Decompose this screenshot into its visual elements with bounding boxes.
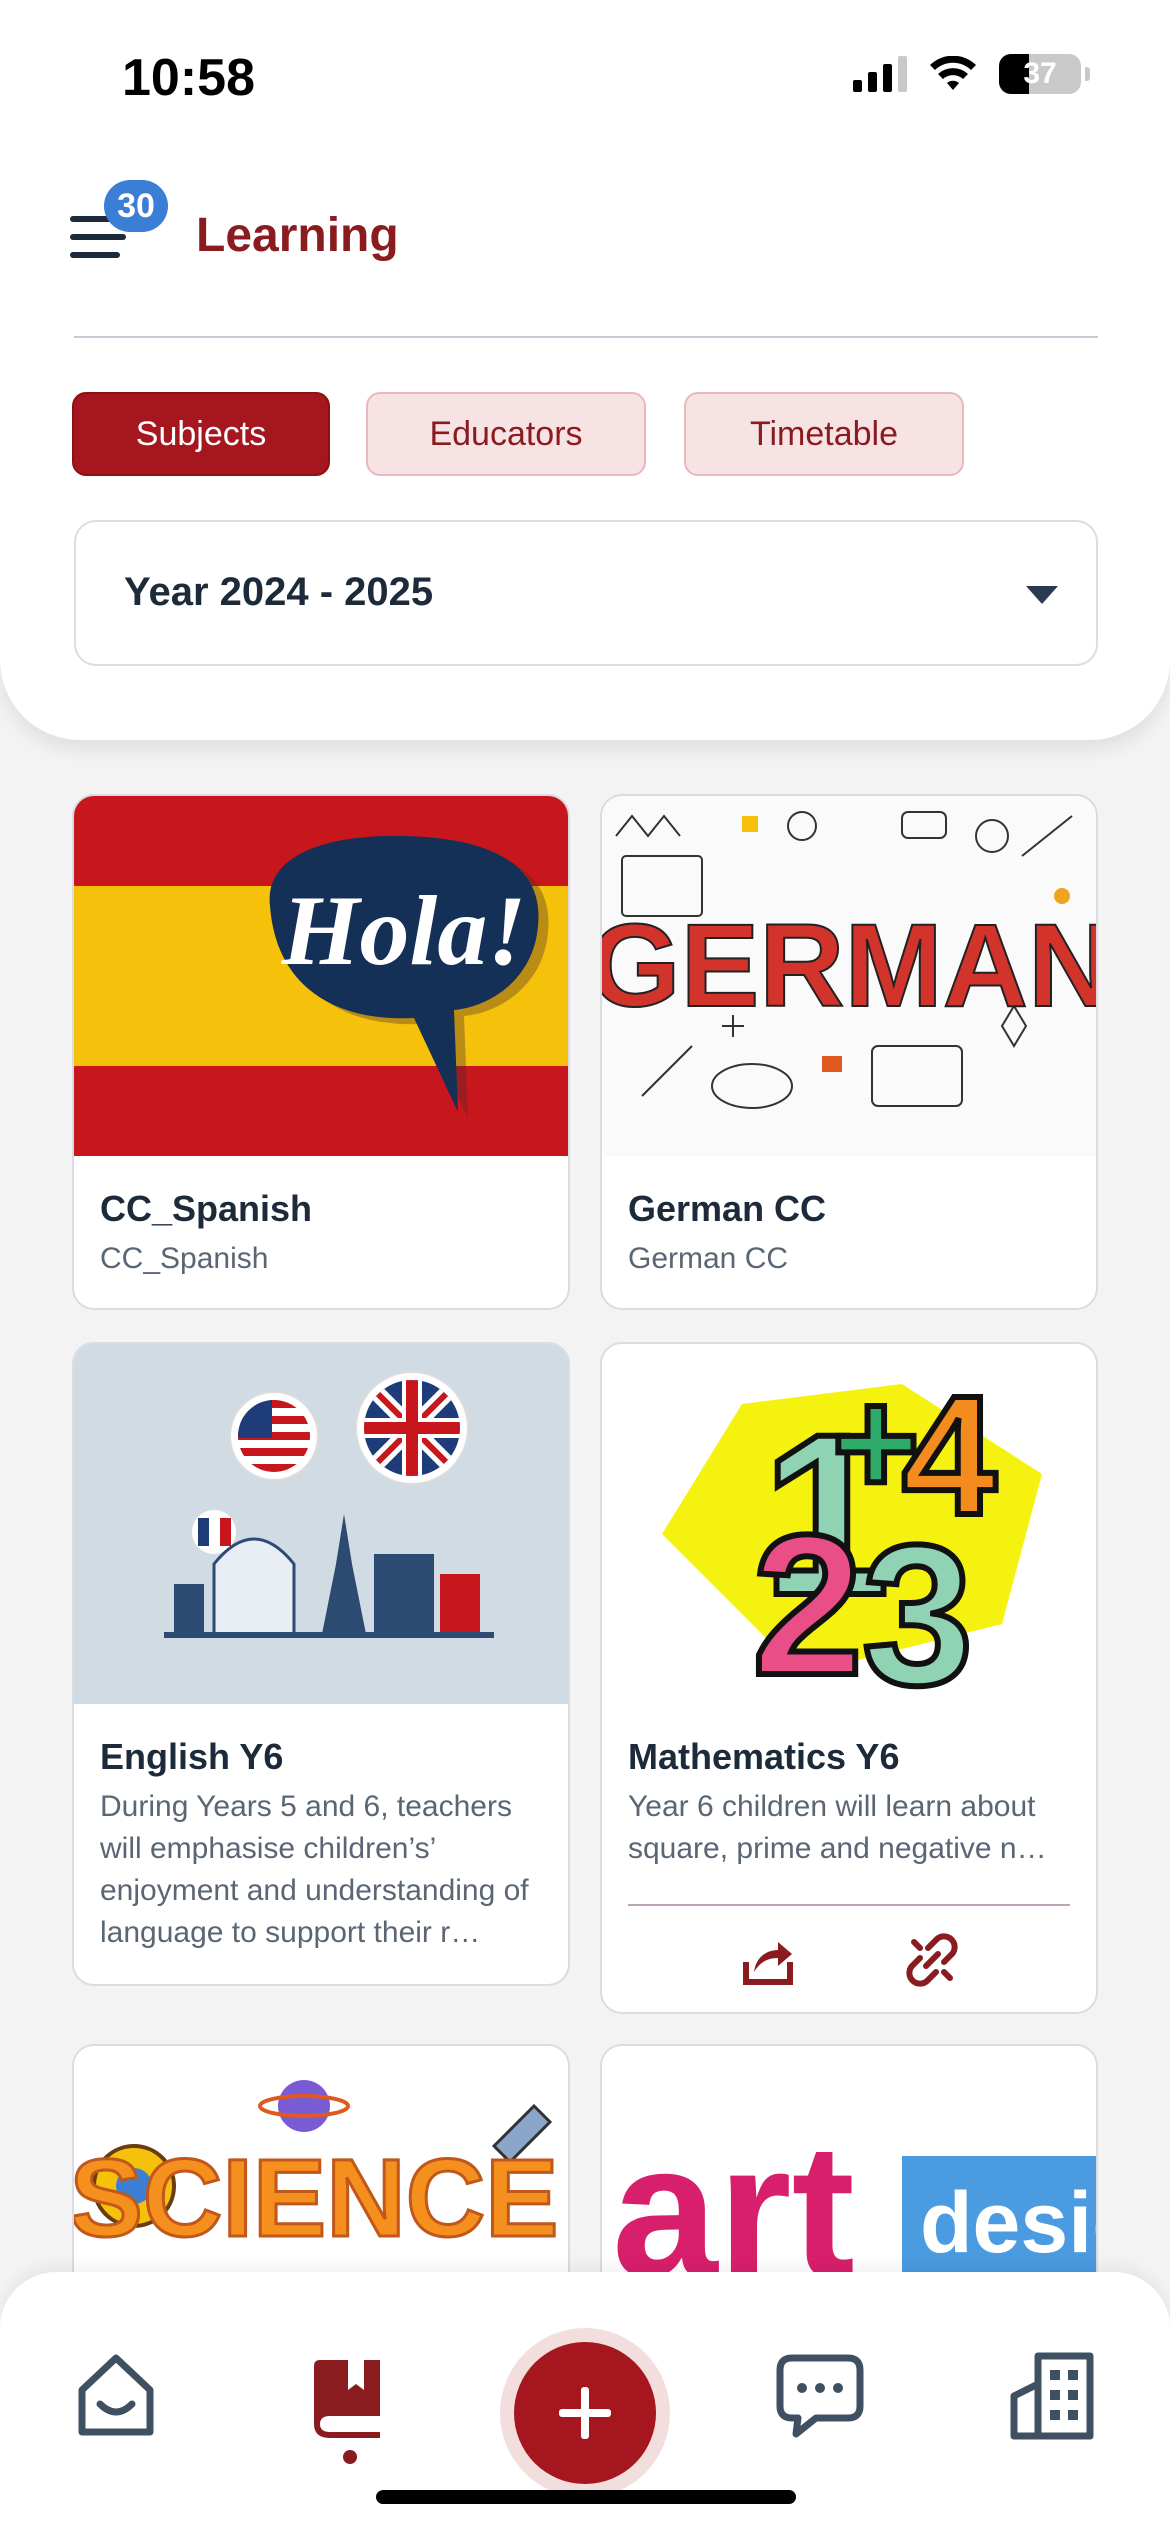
battery-level: 37 (1023, 57, 1057, 90)
tab-educators[interactable]: Educators (366, 392, 646, 476)
card-title: English Y6 (100, 1736, 284, 1777)
add-button[interactable] (514, 2342, 656, 2484)
design-text: design (920, 2175, 1096, 2271)
card-subtitle: CC_Spanish (100, 1242, 269, 1275)
plus-icon (559, 2387, 611, 2439)
building-icon[interactable] (1004, 2346, 1100, 2442)
cellular-signal-icon (853, 56, 907, 92)
subject-card-spanish[interactable]: Hola! CC_Spanish CC_Spanish (72, 794, 570, 1310)
tab-timetable[interactable]: Timetable (684, 392, 964, 476)
year-select[interactable]: Year 2024 - 2025 (74, 520, 1098, 666)
share-icon[interactable] (740, 1932, 796, 1988)
subject-card-mathematics[interactable]: 1 + 4 2 3 Mathematics Y6 Year 6 children… (600, 1342, 1098, 2014)
book-icon[interactable] (302, 2346, 398, 2442)
card-subtitle: German CC (628, 1242, 789, 1275)
wifi-icon (930, 56, 976, 90)
mathematics-numbers-thumbnail: 1 + 4 2 3 (602, 1344, 1096, 1704)
status-icons: 37 (853, 54, 1090, 94)
year-select-value: Year 2024 - 2025 (124, 570, 434, 614)
chevron-down-icon (1026, 586, 1058, 604)
card-title: German CC (628, 1188, 827, 1229)
home-indicator[interactable] (376, 2490, 796, 2504)
card-subtitle: Year 6 children will learn about square,… (628, 1790, 1047, 1865)
battery-tip (1085, 67, 1090, 81)
link-icon[interactable] (904, 1932, 960, 1988)
science-text: SCIENCE (74, 2137, 558, 2260)
german-doodle-thumbnail: GERMAN (602, 796, 1096, 1156)
notification-badge[interactable]: 30 (104, 180, 168, 232)
german-text: GERMAN (602, 900, 1096, 1032)
card-actions-divider (628, 1904, 1070, 1906)
battery-icon: 37 (999, 54, 1081, 94)
spanish-flag-thumbnail: Hola! (74, 796, 568, 1156)
tab-subjects[interactable]: Subjects (72, 392, 330, 476)
chat-icon[interactable] (772, 2346, 868, 2442)
home-icon[interactable] (68, 2346, 164, 2442)
english-landmarks-thumbnail (74, 1344, 568, 1704)
card-title: Mathematics Y6 (628, 1736, 900, 1777)
header-divider (74, 336, 1098, 338)
subject-card-german[interactable]: GERMAN German CC German CC (600, 794, 1098, 1310)
card-title: CC_Spanish (100, 1188, 313, 1229)
page-title: Learning (196, 209, 399, 262)
svg-text:2: 2 (752, 1494, 863, 1704)
and-text: and (881, 2213, 908, 2256)
status-time: 10:58 (122, 49, 255, 107)
svg-text:3: 3 (862, 1504, 973, 1704)
active-nav-indicator (343, 2450, 357, 2464)
hola-text: Hola! (281, 875, 526, 986)
subject-card-english[interactable]: English Y6 During Years 5 and 6, teacher… (72, 1342, 570, 1986)
card-subtitle: During Years 5 and 6, teachers will emph… (100, 1790, 529, 1949)
